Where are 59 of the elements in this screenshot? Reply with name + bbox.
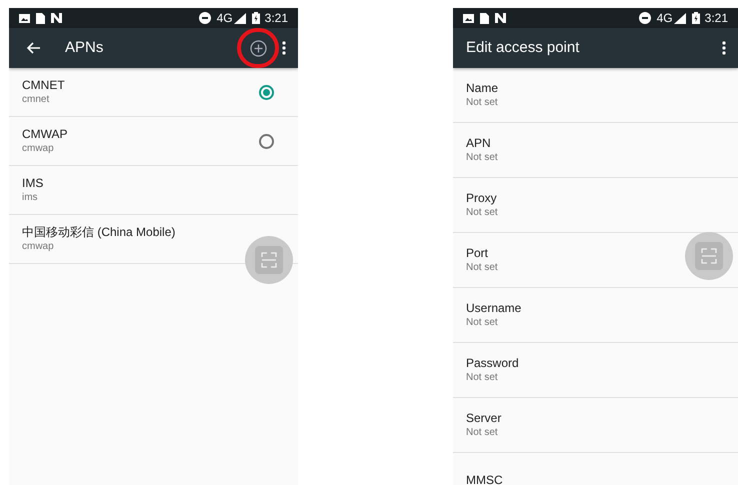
setting-value: Not set (466, 96, 498, 109)
screen-title: APNs (65, 38, 104, 58)
setting-label: MMSC (466, 472, 503, 485)
setting-label: Proxy (466, 191, 497, 206)
setting-value: Not set (466, 426, 498, 439)
sim-card-icon (480, 12, 489, 24)
setting-value: Not set (466, 206, 498, 219)
more-options-icon (282, 41, 286, 55)
setting-item[interactable]: MMSC (453, 453, 738, 485)
apn-list-item[interactable]: CMWAP cmwap (9, 117, 298, 166)
screen-title: Edit access point (466, 38, 580, 58)
setting-label: Server (466, 411, 502, 426)
apn-value: cmwap (22, 240, 55, 253)
network-type: 4G (216, 12, 233, 24)
radio-button[interactable] (259, 84, 274, 100)
setting-label: APN (466, 136, 491, 151)
signal-icon (674, 12, 686, 24)
network-type: 4G (656, 12, 673, 24)
setting-label: Port (466, 246, 488, 261)
radio-button[interactable] (259, 134, 274, 148)
setting-item[interactable]: Proxy Not set (453, 178, 738, 233)
setting-item[interactable]: Username Not set (453, 288, 738, 343)
apn-name: CMNET (22, 78, 66, 93)
add-icon (250, 40, 266, 56)
setting-item[interactable]: Name Not set (453, 68, 738, 123)
battery-icon (692, 12, 700, 24)
scan-frame-icon (255, 246, 283, 274)
apn-name: IMS (22, 176, 44, 191)
setting-value: Not set (466, 316, 498, 329)
battery-icon (252, 12, 260, 24)
apn-value: ims (22, 191, 39, 204)
apn-value: cmwap (22, 142, 55, 155)
n-icon (495, 13, 506, 23)
setting-label: Name (466, 81, 498, 96)
image-icon (463, 14, 474, 22)
setting-label: Username (466, 301, 522, 316)
do-not-disturb-icon (638, 12, 651, 24)
scan-frame-icon (695, 242, 723, 270)
more-options-icon (722, 41, 726, 55)
setting-value: Not set (466, 151, 498, 164)
image-icon (19, 14, 30, 22)
setting-item[interactable]: APN Not set (453, 123, 738, 178)
clock: 3:21 (704, 12, 728, 24)
apn-list-item[interactable]: CMNET cmnet (9, 68, 298, 117)
setting-value: Not set (466, 371, 498, 384)
clock: 3:21 (264, 12, 288, 24)
n-icon (51, 13, 62, 23)
back-arrow-icon (26, 42, 40, 54)
apn-list-item[interactable]: IMS ims (9, 166, 298, 215)
apn-value: cmnet (22, 93, 50, 106)
setting-item[interactable]: Server Not set (453, 398, 738, 453)
signal-icon (234, 12, 246, 24)
apn-name: CMWAP (22, 127, 69, 142)
setting-label: Password (466, 356, 519, 371)
setting-item[interactable]: Password Not set (453, 343, 738, 398)
sim-card-icon (36, 12, 45, 24)
setting-value: Not set (466, 261, 498, 274)
apn-name: 中国移动彩信 (China Mobile) (22, 225, 176, 240)
do-not-disturb-icon (198, 12, 211, 24)
